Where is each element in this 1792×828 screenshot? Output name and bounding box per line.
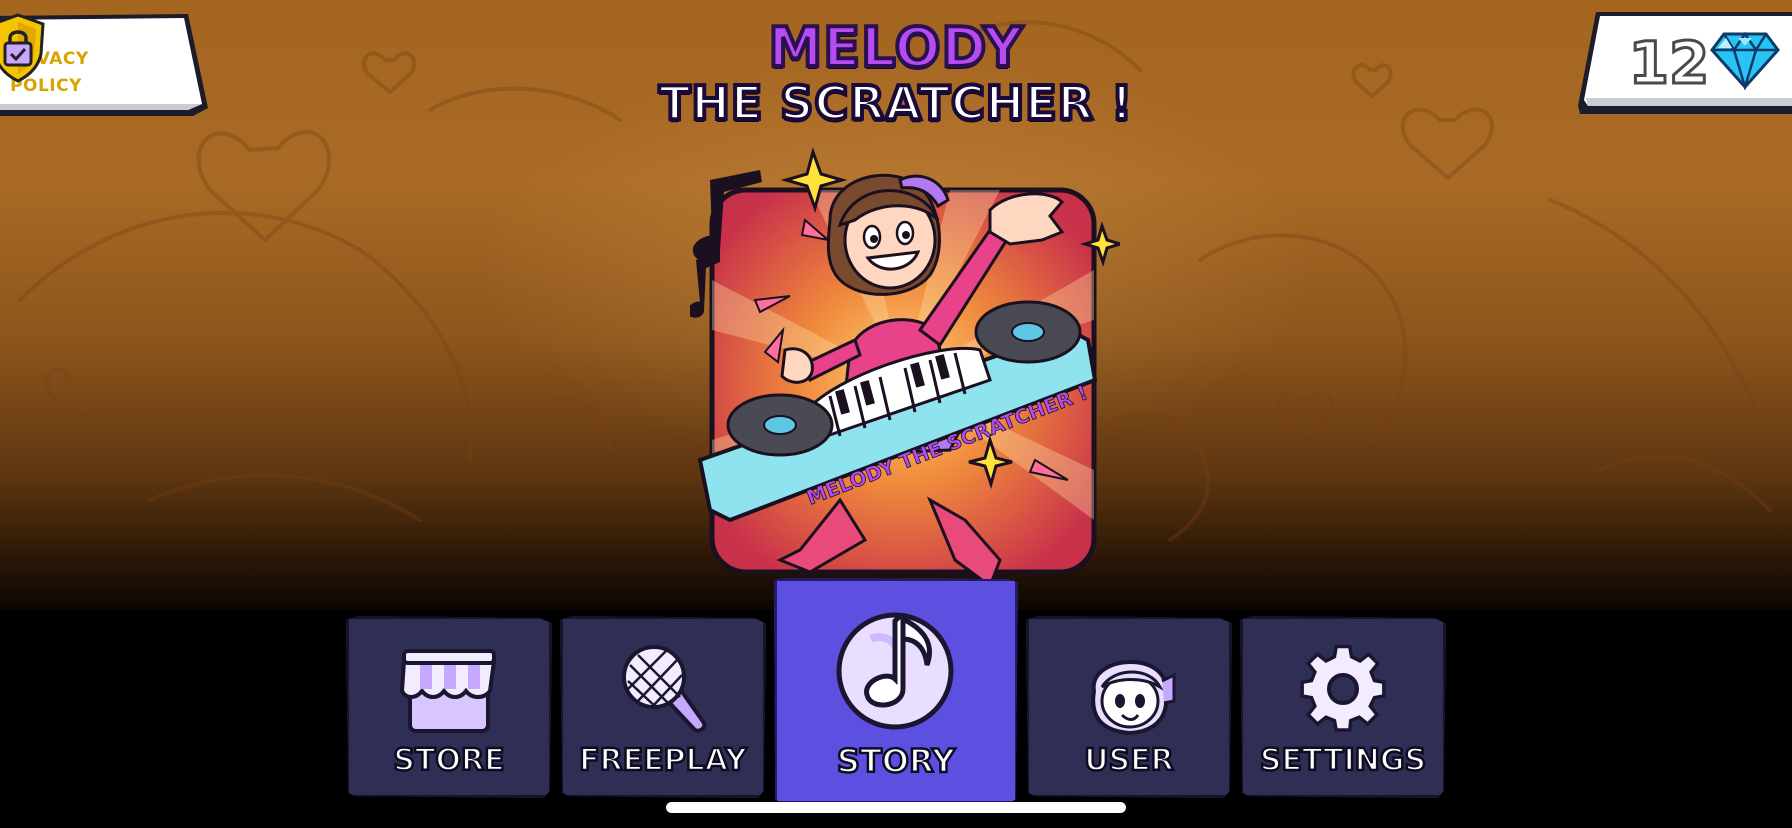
character-illustration: MELODY THE SCRATCHER ! bbox=[690, 147, 1120, 589]
nav-user-label: USER bbox=[1083, 742, 1175, 780]
nav-story-button[interactable]: STORY bbox=[774, 578, 1018, 804]
storefront-icon bbox=[349, 641, 549, 737]
game-title-line1: MELODY bbox=[766, 16, 1024, 80]
gear-icon bbox=[1243, 641, 1443, 737]
nav-freeplay-button[interactable]: FREEPLAY bbox=[560, 616, 766, 798]
game-title-line2: THE SCRATCHER ! bbox=[657, 74, 1134, 132]
nav-settings-button[interactable]: SETTINGS bbox=[1240, 616, 1446, 798]
nav-freeplay-label: FREEPLAY bbox=[578, 742, 748, 780]
nav-user-button[interactable]: USER bbox=[1026, 616, 1232, 798]
microphone-icon bbox=[563, 641, 763, 737]
nav-settings-label: SETTINGS bbox=[1259, 742, 1428, 780]
nav-story-label: STORY bbox=[836, 742, 957, 781]
home-indicator[interactable] bbox=[666, 802, 1126, 813]
music-note-icon bbox=[777, 599, 1015, 735]
nav-store-button[interactable]: STORE bbox=[346, 616, 552, 798]
user-avatar-icon bbox=[1029, 641, 1229, 737]
nav-store-label: STORE bbox=[392, 742, 506, 780]
